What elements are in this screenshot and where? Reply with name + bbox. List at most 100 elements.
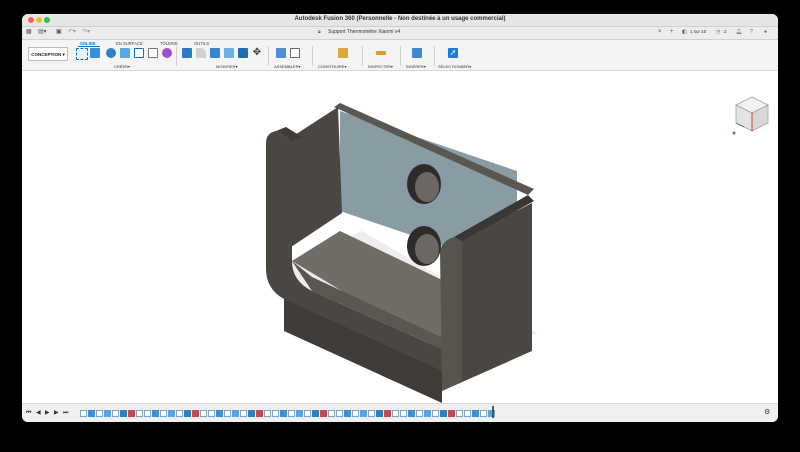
timeline-feature[interactable] [320, 410, 327, 417]
select-cursor-icon[interactable]: ➚ [448, 48, 458, 58]
shell-icon[interactable] [224, 48, 234, 58]
timeline-feature[interactable] [256, 410, 263, 417]
measure-icon[interactable] [376, 51, 386, 55]
timeline-feature[interactable] [240, 410, 247, 417]
jobs-icon[interactable]: ◧ [682, 29, 687, 36]
chamfer-icon[interactable] [210, 48, 220, 58]
form-icon[interactable] [148, 48, 158, 58]
online-count[interactable]: 2 [724, 29, 727, 34]
jobs-status[interactable]: 1 sur 10 [690, 29, 706, 34]
extrude-icon[interactable] [90, 48, 100, 58]
workspace-selector[interactable]: CONCEPTION ▾ [28, 47, 68, 61]
timeline-feature[interactable] [232, 410, 239, 417]
group-construct-label[interactable]: CONSTRUIRE▾ [318, 64, 346, 69]
model-canvas[interactable]: ✥▾ ▣ ✋︎ ⊕ ⊙▾ ▭▾ ▦▾ ▥▾ [22, 71, 778, 403]
group-select-label[interactable]: SÉLECTIONNER▾ [438, 64, 471, 69]
timeline-feature[interactable] [392, 410, 399, 417]
timeline-feature[interactable] [456, 410, 463, 417]
file-menu-icon[interactable]: ▤▾ [38, 29, 47, 36]
online-icon[interactable]: ◷ [716, 29, 720, 36]
tab-surface[interactable]: EN SURFACE [116, 41, 143, 46]
group-insert-label[interactable]: INSÉRER▾ [406, 64, 426, 69]
timeline-feature[interactable] [224, 410, 231, 417]
timeline-marker[interactable] [492, 406, 494, 418]
timeline-feature[interactable] [80, 410, 87, 417]
timeline-feature[interactable] [464, 410, 471, 417]
timeline-feature[interactable] [400, 410, 407, 417]
timeline-feature[interactable] [472, 410, 479, 417]
timeline-feature[interactable] [296, 410, 303, 417]
timeline-feature[interactable] [200, 410, 207, 417]
save-icon[interactable]: ▣ [56, 29, 62, 36]
timeline-feature[interactable] [448, 410, 455, 417]
timeline-feature[interactable] [144, 410, 151, 417]
timeline-feature[interactable] [440, 410, 447, 417]
timeline-feature[interactable] [368, 410, 375, 417]
timeline-feature[interactable] [112, 410, 119, 417]
help-icon[interactable]: ? [750, 29, 753, 36]
offset-plane-icon[interactable] [338, 48, 348, 58]
timeline-feature[interactable] [312, 410, 319, 417]
move-icon[interactable]: ✥ [252, 48, 262, 58]
timeline-feature[interactable] [88, 410, 95, 417]
timeline-feature[interactable] [264, 410, 271, 417]
timeline-feature[interactable] [160, 410, 167, 417]
tab-tools[interactable]: OUTILS [194, 41, 209, 46]
timeline-settings-icon[interactable]: ⚙︎ [764, 409, 770, 417]
part-render[interactable] [22, 71, 778, 403]
timeline-feature[interactable] [288, 410, 295, 417]
undo-icon[interactable]: ↶▾ [68, 29, 76, 36]
notifications-icon[interactable]: 🔔︎ [736, 29, 742, 36]
timeline-start-button[interactable]: ⏮ [26, 409, 31, 417]
timeline-feature[interactable] [424, 410, 431, 417]
timeline-feature[interactable] [176, 410, 183, 417]
timeline-feature[interactable] [216, 410, 223, 417]
timeline-feature[interactable] [152, 410, 159, 417]
timeline-feature[interactable] [248, 410, 255, 417]
timeline-end-button[interactable]: ⏭ [63, 409, 68, 417]
create-sketch-icon[interactable] [76, 48, 88, 60]
joint-icon[interactable] [290, 48, 300, 58]
new-component-icon[interactable] [276, 48, 286, 58]
timeline-feature[interactable] [104, 410, 111, 417]
box-icon[interactable] [134, 48, 144, 58]
revolve-icon[interactable] [106, 48, 116, 58]
grid-menu-icon[interactable]: ▦ [26, 29, 32, 36]
sweep-icon[interactable] [120, 48, 130, 58]
timeline-feature[interactable] [128, 410, 135, 417]
timeline-feature[interactable] [272, 410, 279, 417]
close-tab-icon[interactable]: × [658, 29, 662, 36]
insert-image-icon[interactable] [412, 48, 422, 58]
group-inspect-label[interactable]: INSPECTER▾ [368, 64, 393, 69]
group-modify-label[interactable]: MODIFIER▾ [216, 64, 238, 69]
timeline-play-button[interactable]: ▶ [45, 409, 50, 417]
timeline-feature[interactable] [360, 410, 367, 417]
document-title[interactable]: Support Thermomètre Xiaomi v4 [328, 29, 400, 35]
combine-icon[interactable] [238, 48, 248, 58]
timeline-feature[interactable] [416, 410, 423, 417]
profile-icon[interactable]: ● [764, 29, 767, 36]
timeline-prev-button[interactable]: ◀ [36, 409, 41, 417]
timeline-feature[interactable] [280, 410, 287, 417]
timeline-feature[interactable] [168, 410, 175, 417]
timeline-feature[interactable] [432, 410, 439, 417]
timeline-feature[interactable] [376, 410, 383, 417]
timeline-feature[interactable] [328, 410, 335, 417]
timeline-feature[interactable] [96, 410, 103, 417]
new-tab-icon[interactable]: + [670, 29, 674, 36]
timeline-feature[interactable] [480, 410, 487, 417]
timeline-feature[interactable] [408, 410, 415, 417]
timeline-feature[interactable] [336, 410, 343, 417]
timeline-feature[interactable] [384, 410, 391, 417]
create-form-icon[interactable] [162, 48, 172, 58]
timeline-feature[interactable] [184, 410, 191, 417]
fillet-icon[interactable] [196, 48, 206, 58]
timeline-feature[interactable] [352, 410, 359, 417]
group-assemble-label[interactable]: ASSEMBLER▾ [274, 64, 300, 69]
timeline-feature[interactable] [344, 410, 351, 417]
group-create-label[interactable]: CRÉER▾ [114, 64, 130, 69]
redo-icon[interactable]: ↷▾ [82, 29, 90, 36]
timeline-feature[interactable] [208, 410, 215, 417]
press-pull-icon[interactable] [182, 48, 192, 58]
timeline-feature[interactable] [192, 410, 199, 417]
